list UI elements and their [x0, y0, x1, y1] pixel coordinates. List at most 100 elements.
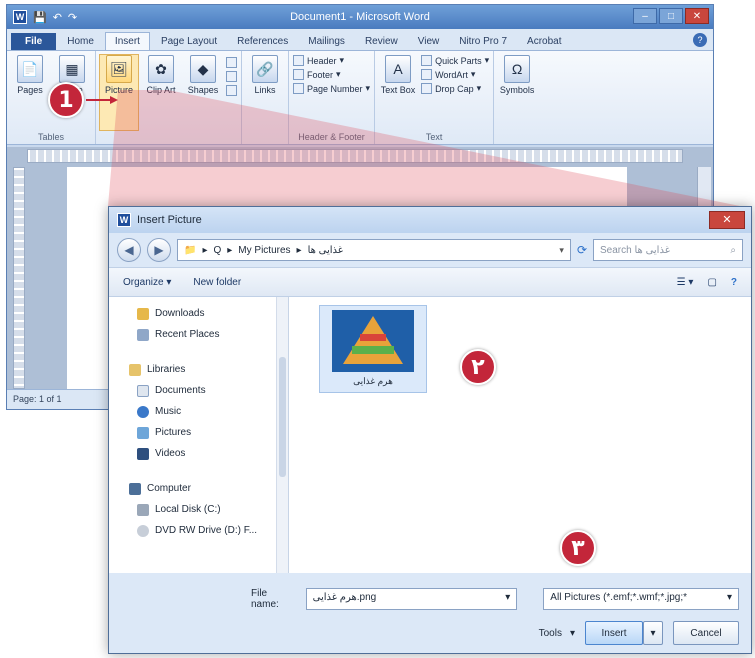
file-name-field[interactable]: هرم غذایی.png ▾ — [305, 588, 518, 610]
tab-home[interactable]: Home — [58, 33, 103, 50]
nav-item-recent-places[interactable]: Recent Places — [129, 324, 288, 345]
nav-item-videos[interactable]: Videos — [129, 443, 288, 464]
nav-item-local-disk[interactable]: Local Disk (C:) — [129, 499, 288, 520]
tab-page-layout[interactable]: Page Layout — [152, 33, 226, 50]
hard-drive-icon — [137, 503, 149, 516]
tab-acrobat[interactable]: Acrobat — [518, 33, 570, 50]
step-marker-3: ٣ — [560, 530, 596, 566]
step-marker-1: 1 — [48, 82, 84, 118]
shapes-button[interactable]: ◆ Shapes — [184, 55, 222, 130]
nav-item-dvd-drive[interactable]: DVD RW Drive (D:) F... — [129, 520, 288, 541]
nav-scrollbar[interactable] — [276, 297, 288, 573]
tools-button[interactable]: Tools ▾ — [539, 628, 575, 639]
tab-mailings[interactable]: Mailings — [299, 33, 354, 50]
music-icon — [137, 405, 149, 418]
tab-insert[interactable]: Insert — [104, 32, 150, 50]
search-input[interactable]: Search غذایی ها ⌕ — [593, 239, 743, 261]
wordart-button[interactable]: WordArt ▾ — [421, 69, 489, 80]
tab-nitro[interactable]: Nitro Pro 7 — [450, 33, 516, 50]
shapes-icon: ◆ — [190, 55, 216, 83]
help-icon[interactable]: ? — [731, 277, 737, 288]
refresh-icon[interactable]: ⟳ — [577, 243, 587, 257]
header-icon — [293, 55, 304, 66]
ribbon: 📄Pages ▦Table Tables 🖼Picture ✿Clip Art … — [7, 51, 713, 145]
redo-icon[interactable]: ↷ — [68, 11, 77, 24]
path-segment-2[interactable]: My Pictures — [238, 245, 290, 256]
pages-button[interactable]: 📄 Pages — [11, 55, 49, 130]
text-box-button[interactable]: A Text Box — [379, 55, 417, 130]
insert-button[interactable]: Insert — [585, 621, 643, 645]
chevron-down-icon[interactable]: ▾ — [505, 592, 510, 606]
symbols-button[interactable]: Ω Symbols — [498, 55, 536, 130]
dialog-body: Downloads Recent Places Libraries Docume… — [109, 297, 751, 573]
link-icon: 🔗 — [252, 55, 278, 83]
group-label-text: Text — [425, 132, 443, 142]
drop-cap-icon — [421, 83, 433, 94]
tab-references[interactable]: References — [228, 33, 297, 50]
header-button[interactable]: Header ▾ — [293, 55, 370, 66]
clip-art-icon: ✿ — [148, 55, 174, 83]
chart-button[interactable] — [226, 71, 237, 82]
maximize-button[interactable]: □ — [659, 8, 683, 24]
nav-item-music[interactable]: Music — [129, 401, 288, 422]
help-icon[interactable]: ? — [693, 33, 707, 47]
forward-button[interactable]: ▶ — [147, 238, 171, 262]
search-icon: ⌕ — [730, 244, 736, 256]
file-thumbnail[interactable]: هرم غذایی — [319, 305, 427, 393]
dialog-footer: File name: هرم غذایی.png ▾ All Pictures (… — [109, 573, 751, 653]
nav-item-libraries[interactable]: Libraries — [129, 359, 288, 380]
nav-item-documents[interactable]: Documents — [129, 380, 288, 401]
preview-pane-icon[interactable]: ▢ — [707, 277, 716, 288]
food-pyramid-image — [332, 310, 414, 372]
libraries-icon — [129, 363, 141, 376]
computer-icon — [129, 482, 141, 495]
screenshot-button[interactable] — [226, 85, 237, 96]
nav-item-downloads[interactable]: Downloads — [129, 303, 288, 324]
insert-options-button[interactable]: ▾ — [643, 621, 663, 645]
smartart-icon — [226, 57, 237, 68]
nav-item-computer[interactable]: Computer — [129, 478, 288, 499]
clip-art-button[interactable]: ✿ Clip Art — [142, 55, 180, 130]
nav-item-pictures[interactable]: Pictures — [129, 422, 288, 443]
file-list: هرم غذایی — [289, 297, 751, 573]
address-bar-row: ◀ ▶ 📁 ▸ Q ▸ My Pictures ▸ غذایی ها ▾ ⟳ S… — [109, 233, 751, 267]
links-button[interactable]: 🔗 Links — [246, 55, 284, 130]
tab-review[interactable]: Review — [356, 33, 407, 50]
group-label-header-footer: Header & Footer — [298, 132, 365, 142]
step-marker-2: ٢ — [460, 349, 496, 385]
chevron-down-icon[interactable]: ▾ — [559, 245, 564, 256]
cancel-button[interactable]: Cancel — [673, 621, 739, 645]
vertical-ruler — [13, 167, 25, 389]
smartart-button[interactable] — [226, 57, 237, 68]
undo-icon[interactable]: ↶ — [53, 11, 62, 24]
minimize-button[interactable]: – — [633, 8, 657, 24]
file-type-select[interactable]: All Pictures (*.emf;*.wmf;*.jpg;* ▾ — [543, 588, 739, 610]
picture-button[interactable]: 🖼 Picture — [99, 54, 139, 131]
nav-scroll-thumb[interactable] — [279, 357, 286, 477]
tab-file[interactable]: File — [11, 33, 57, 50]
page-number-icon — [293, 83, 304, 94]
close-button[interactable]: ✕ — [685, 8, 709, 24]
tab-view[interactable]: View — [409, 33, 449, 50]
save-icon[interactable]: 💾 — [33, 11, 47, 24]
page-number-button[interactable]: Page Number ▾ — [293, 83, 370, 94]
chevron-down-icon: ▾ — [726, 592, 732, 603]
dvd-drive-icon — [137, 524, 149, 537]
wordart-icon — [421, 69, 433, 80]
word-icon[interactable]: W — [13, 10, 27, 24]
back-button[interactable]: ◀ — [117, 238, 141, 262]
quick-parts-icon — [421, 55, 433, 66]
view-options-icon[interactable]: ☰ ▾ — [677, 277, 694, 288]
path-segment-1[interactable]: Q — [213, 245, 221, 256]
footer-button[interactable]: Footer ▾ — [293, 69, 370, 80]
dialog-close-button[interactable]: ✕ — [709, 211, 745, 229]
word-title-bar: W 💾 ↶ ↷ Document1 - Microsoft Word – □ ✕ — [7, 5, 713, 29]
address-bar[interactable]: 📁 ▸ Q ▸ My Pictures ▸ غذایی ها ▾ — [177, 239, 571, 261]
insert-picture-dialog: W Insert Picture ✕ ◀ ▶ 📁 ▸ Q ▸ My Pictur… — [108, 206, 752, 654]
drop-cap-button[interactable]: Drop Cap ▾ — [421, 83, 489, 94]
organize-button[interactable]: Organize ▾ — [123, 277, 171, 288]
path-segment-3[interactable]: غذایی ها — [308, 245, 343, 256]
file-caption: هرم غذایی — [353, 376, 393, 386]
new-folder-button[interactable]: New folder — [193, 277, 241, 288]
quick-parts-button[interactable]: Quick Parts ▾ — [421, 55, 489, 66]
